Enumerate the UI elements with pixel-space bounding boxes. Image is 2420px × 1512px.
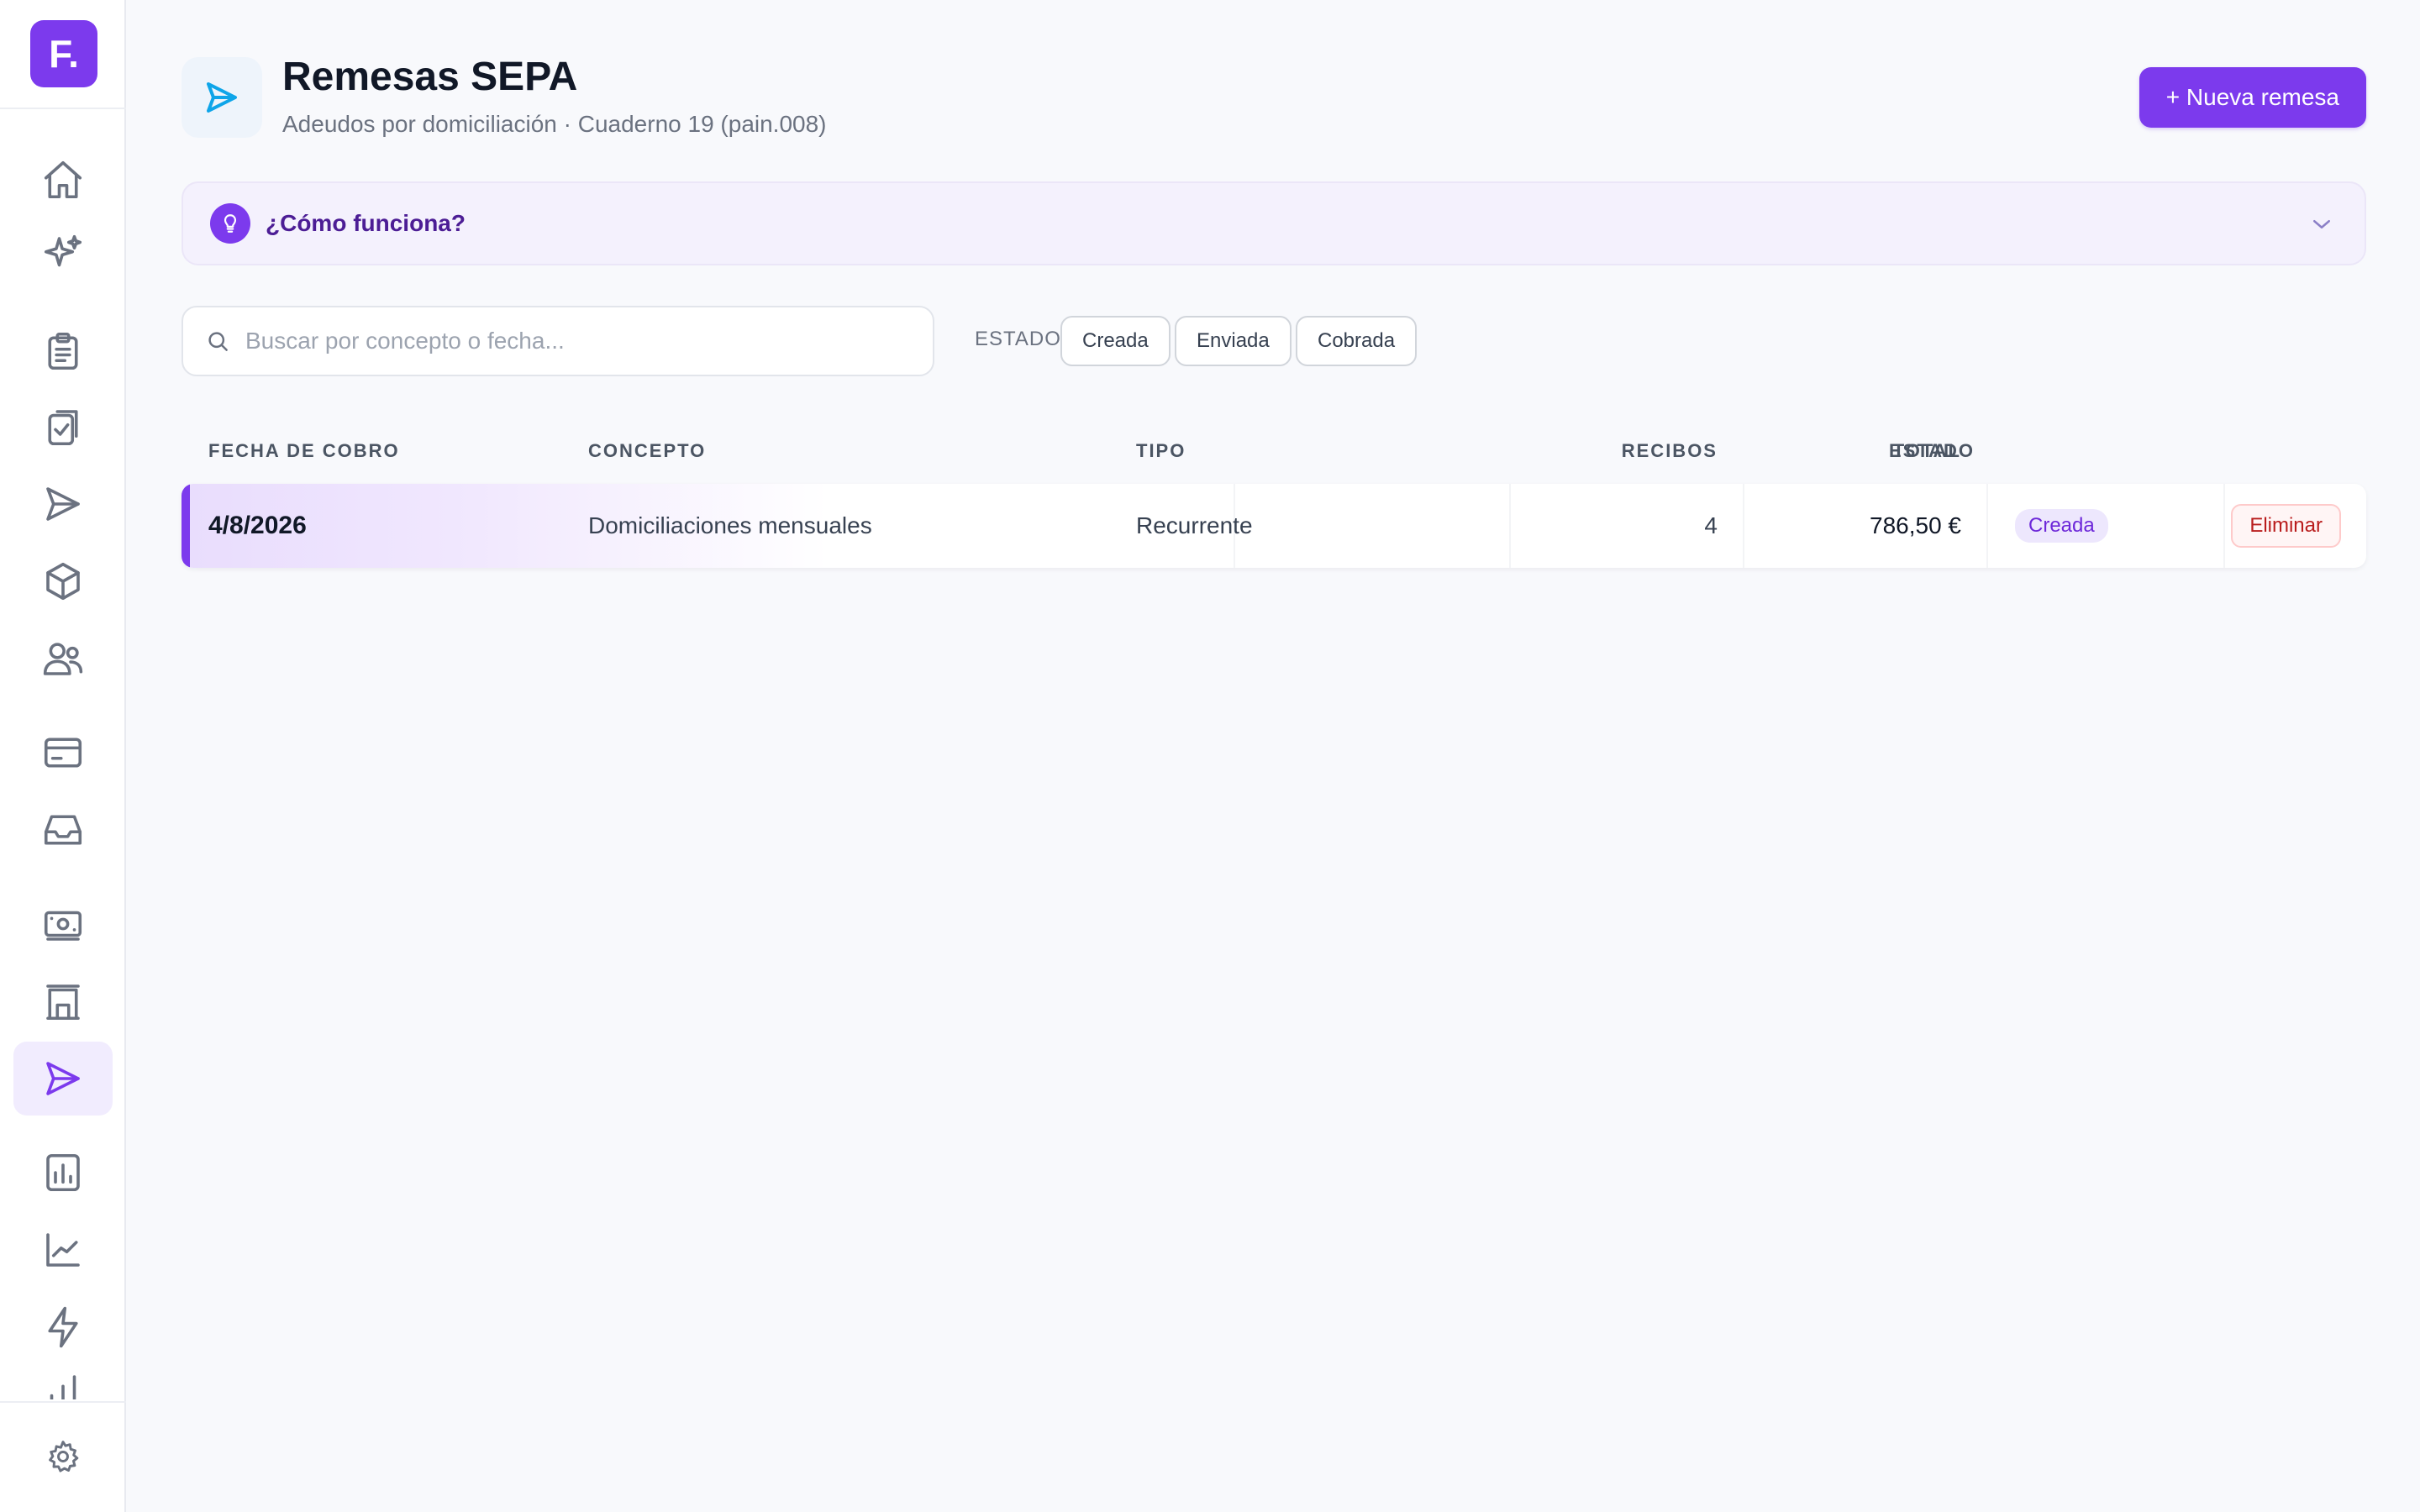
inbox-icon xyxy=(44,815,82,845)
page-title: Remesas SEPA xyxy=(282,55,578,99)
row-fecha: 4/8/2026 xyxy=(208,512,307,539)
status-badge: Creada xyxy=(2015,509,2108,543)
sidebar-item-stats[interactable] xyxy=(13,1362,113,1399)
sidebar-item-inbox[interactable] xyxy=(13,793,113,867)
row-tipo: Recurrente xyxy=(1136,512,1253,538)
send-icon xyxy=(46,487,80,521)
column-header-tipo[interactable]: Tipo xyxy=(1136,440,1186,462)
send-icon xyxy=(207,82,237,113)
credit-card-icon xyxy=(44,738,82,768)
row-accent-bar xyxy=(182,484,190,568)
building-icon xyxy=(46,984,80,1021)
sidebar-item-budgets[interactable] xyxy=(13,314,113,388)
sidebar-item-send[interactable] xyxy=(13,467,113,541)
row-estado: Creada xyxy=(2015,484,2108,568)
column-header-concepto[interactable]: Concepto xyxy=(588,440,706,462)
sparkles-icon xyxy=(44,234,82,267)
page-icon xyxy=(182,57,262,138)
search-box xyxy=(182,306,934,376)
main-content: Remesas SEPA Adeudos por domiciliación ·… xyxy=(126,0,2420,1512)
status-filter-label: ESTADO xyxy=(975,328,1061,350)
column-header-recibos[interactable]: Recibos xyxy=(1499,440,1718,462)
search-icon xyxy=(208,332,228,351)
sidebar-item-settings[interactable] xyxy=(13,1420,113,1494)
cube-icon xyxy=(46,562,80,601)
delete-button[interactable]: Eliminar xyxy=(2231,504,2341,548)
new-remittance-button[interactable]: + Nueva remesa xyxy=(2139,67,2366,128)
filter-chip-creada[interactable]: Creada xyxy=(1060,316,1171,366)
lightning-icon xyxy=(48,1306,78,1348)
settings-icon xyxy=(49,1441,79,1473)
line-chart-icon xyxy=(46,1233,80,1267)
filter-chip-enviada[interactable]: Enviada xyxy=(1175,316,1292,366)
users-icon xyxy=(43,643,83,675)
column-divider xyxy=(2223,484,2225,568)
column-header-estado[interactable]: Estado xyxy=(1889,440,1975,462)
sidebar-item-sepa[interactable] xyxy=(13,1042,113,1116)
sidebar-item-banks[interactable] xyxy=(13,964,113,1038)
sidebar-item-invoices[interactable] xyxy=(13,390,113,464)
chevron-down-icon[interactable] xyxy=(2309,212,2334,237)
sidebar: F. xyxy=(0,0,126,1512)
sidebar-divider xyxy=(0,108,126,109)
sidebar-item-cash[interactable] xyxy=(13,887,113,961)
lightbulb-icon xyxy=(224,214,237,233)
bar-chart-icon xyxy=(50,1375,76,1399)
clipboard-list-icon xyxy=(48,332,78,370)
column-header-fecha[interactable]: Fecha de cobro xyxy=(208,440,400,462)
row-total: 786,50 € xyxy=(1870,512,1961,538)
banknote-icon xyxy=(44,911,82,941)
filter-chip-cobrada[interactable]: Cobrada xyxy=(1296,316,1418,366)
sidebar-divider xyxy=(0,1401,126,1403)
sidebar-item-ai[interactable] xyxy=(13,217,113,291)
row-recibos: 4 xyxy=(1704,512,1718,538)
sidebar-item-reports[interactable] xyxy=(13,1136,113,1210)
clipboard-check-icon xyxy=(48,410,78,446)
sidebar-item-payments[interactable] xyxy=(13,716,113,790)
table-row[interactable]: 4/8/2026 Domiciliaciones mensuales Recur… xyxy=(182,484,2366,568)
app-logo[interactable]: F. xyxy=(30,20,97,87)
send-icon xyxy=(46,1062,80,1095)
search-input[interactable] xyxy=(245,328,901,354)
report-icon xyxy=(46,1153,80,1192)
sidebar-item-automations[interactable] xyxy=(13,1290,113,1364)
row-concepto: Domiciliaciones mensuales xyxy=(588,512,872,538)
how-it-works-label: ¿Cómo funciona? xyxy=(266,210,466,236)
sidebar-item-analytics[interactable] xyxy=(13,1213,113,1287)
page-subtitle: Adeudos por domiciliación · Cuaderno 19 … xyxy=(282,111,827,137)
how-it-works-panel[interactable]: ¿Cómo funciona? xyxy=(182,181,2366,265)
sidebar-item-clients[interactable] xyxy=(13,622,113,696)
column-divider xyxy=(1986,484,1988,568)
howto-icon-wrap xyxy=(210,203,250,244)
home-icon xyxy=(44,160,82,199)
sidebar-item-home[interactable] xyxy=(13,143,113,217)
sidebar-item-products[interactable] xyxy=(13,544,113,618)
